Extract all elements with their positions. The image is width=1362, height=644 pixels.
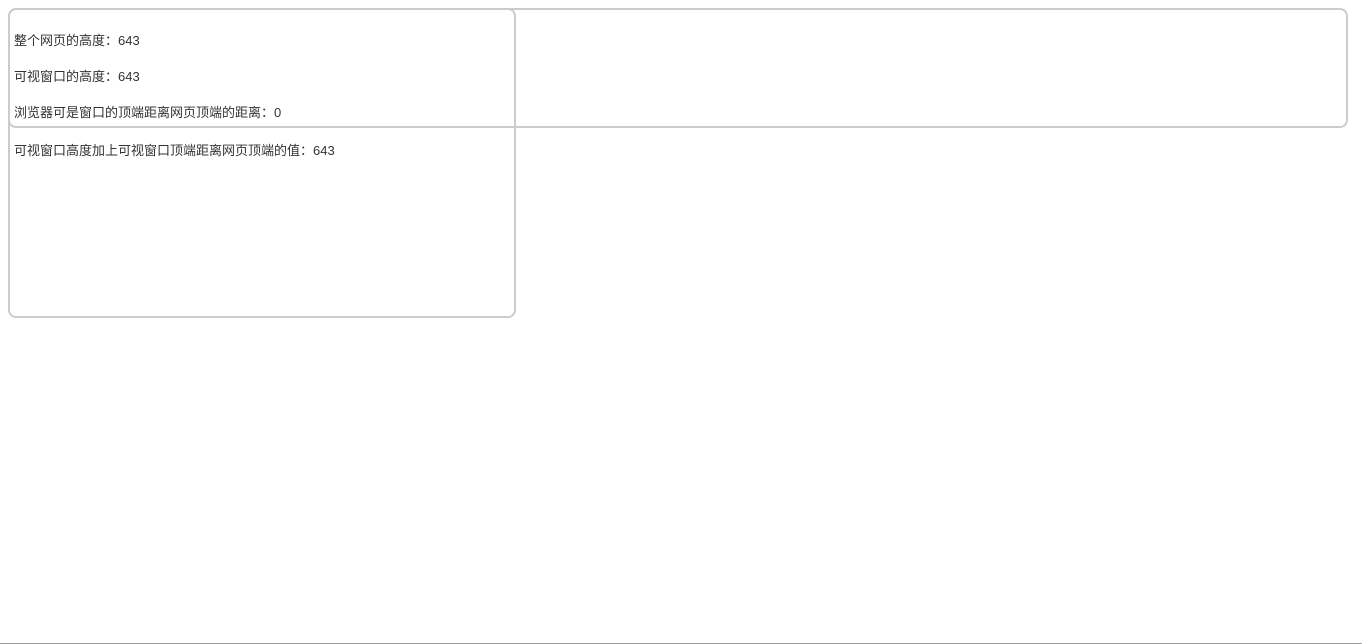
outer-tall-box: [8, 8, 516, 318]
metric-viewport-plus-scroll: 可视窗口高度加上可视窗口顶端距离网页顶端的值：643: [14, 140, 335, 159]
metric-page-height: 整个网页的高度：643: [14, 30, 140, 49]
metric-scroll-top: 浏览器可是窗口的顶端距离网页顶端的距离：0: [14, 102, 281, 121]
metric-viewport-height: 可视窗口的高度：643: [14, 66, 140, 85]
